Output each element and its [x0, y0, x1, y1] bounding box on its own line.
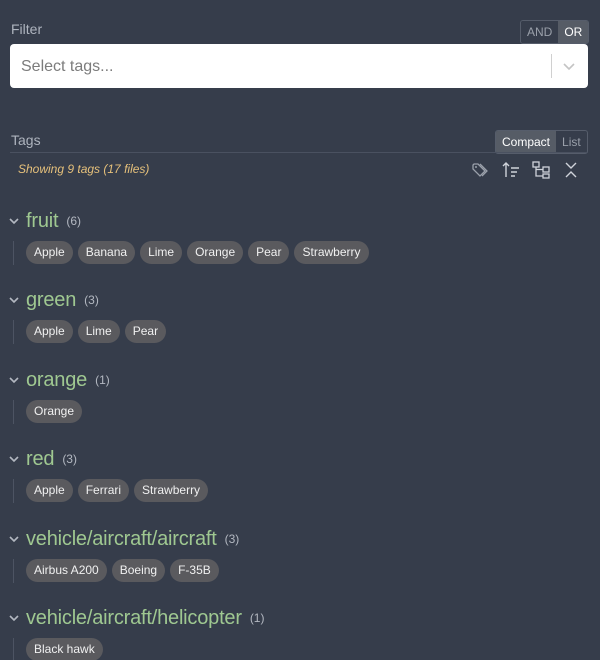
- collapse-all-icon[interactable]: [561, 160, 581, 180]
- file-chip[interactable]: F-35B: [170, 559, 219, 582]
- file-chip[interactable]: Black hawk: [26, 638, 103, 660]
- select-separator: [551, 54, 552, 78]
- file-chip[interactable]: Apple: [26, 320, 73, 343]
- tag-group-header[interactable]: green (3): [8, 288, 99, 312]
- chevron-down-icon[interactable]: [562, 59, 576, 73]
- and-button[interactable]: AND: [521, 21, 559, 43]
- file-chip[interactable]: Boeing: [111, 559, 166, 582]
- tag-group-header[interactable]: fruit (6): [8, 209, 81, 233]
- file-chip[interactable]: Orange: [187, 241, 244, 264]
- file-chip[interactable]: Strawberry: [134, 479, 209, 502]
- tag-group-count: (1): [95, 373, 110, 387]
- view-mode-toggle[interactable]: Compact List: [495, 130, 588, 154]
- tag-group-name[interactable]: fruit: [26, 210, 59, 233]
- and-or-toggle[interactable]: AND OR: [520, 20, 590, 44]
- file-chip[interactable]: Ferrari: [77, 479, 130, 502]
- file-chip[interactable]: Lime: [140, 241, 183, 264]
- file-chip[interactable]: Orange: [26, 400, 83, 423]
- tag-group-count: (1): [249, 611, 265, 625]
- list-view-button[interactable]: List: [556, 131, 587, 153]
- file-chip[interactable]: Apple: [26, 241, 73, 264]
- tag-group-count: (3): [62, 452, 77, 466]
- filter-label: Filter: [11, 21, 43, 37]
- tags-icon[interactable]: [471, 160, 491, 180]
- file-chip[interactable]: Strawberry: [294, 241, 369, 264]
- file-chip-list: Orange: [26, 400, 83, 423]
- chevron-down-icon[interactable]: [8, 453, 20, 465]
- or-button[interactable]: OR: [558, 21, 589, 43]
- chevron-down-icon[interactable]: [8, 294, 20, 306]
- indent-guide: [13, 400, 14, 424]
- indent-guide: [13, 638, 14, 660]
- file-chip[interactable]: Lime: [77, 320, 120, 343]
- tag-group-header[interactable]: vehicle/aircraft/helicopter (1): [8, 606, 264, 630]
- divider: [10, 152, 588, 153]
- file-chip-list: Airbus A200 Boeing F-35B: [26, 559, 219, 582]
- tag-group-name[interactable]: vehicle/aircraft/aircraft: [26, 528, 217, 551]
- file-chip[interactable]: Pear: [248, 241, 290, 264]
- file-chip[interactable]: Banana: [77, 241, 136, 264]
- file-chip[interactable]: Airbus A200: [26, 559, 107, 582]
- indent-guide: [13, 241, 14, 265]
- tag-group-count: (6): [66, 214, 82, 228]
- file-chip-list: Black hawk: [26, 638, 103, 660]
- tag-group-name[interactable]: orange: [26, 369, 87, 392]
- tag-select-input[interactable]: Select tags...: [10, 44, 588, 88]
- chevron-down-icon[interactable]: [8, 533, 20, 545]
- indent-guide: [13, 559, 14, 583]
- tag-group-name[interactable]: green: [26, 289, 76, 312]
- tags-label: Tags: [11, 132, 41, 148]
- file-chip[interactable]: Apple: [26, 479, 73, 502]
- chevron-down-icon[interactable]: [8, 612, 20, 624]
- tag-group-header[interactable]: red (3): [8, 447, 77, 471]
- chevron-down-icon[interactable]: [8, 215, 20, 227]
- tag-select-placeholder: Select tags...: [21, 58, 114, 75]
- tag-group-count: (3): [224, 532, 240, 546]
- compact-view-button[interactable]: Compact: [496, 131, 557, 153]
- chevron-down-icon[interactable]: [8, 374, 20, 386]
- file-chip-list: Apple Banana Lime Orange Pear Strawberry: [26, 241, 369, 264]
- file-chip[interactable]: Pear: [124, 320, 167, 343]
- tag-group-name[interactable]: vehicle/aircraft/helicopter: [26, 607, 242, 630]
- tag-group-name[interactable]: red: [26, 448, 55, 471]
- tag-group-count: (3): [84, 293, 99, 307]
- tag-group-header[interactable]: orange (1): [8, 368, 110, 392]
- file-chip-list: Apple Ferrari Strawberry: [26, 479, 209, 502]
- hierarchy-icon[interactable]: [531, 160, 551, 180]
- tag-filter-panel: Filter AND OR Select tags... Tags Compac…: [0, 0, 600, 660]
- indent-guide: [13, 320, 14, 344]
- indent-guide: [13, 479, 14, 503]
- file-chip-list: Apple Lime Pear: [26, 320, 167, 343]
- tag-group-header[interactable]: vehicle/aircraft/aircraft (3): [8, 527, 239, 551]
- showing-summary: Showing 9 tags (17 files): [18, 162, 150, 176]
- sort-icon[interactable]: [501, 160, 521, 180]
